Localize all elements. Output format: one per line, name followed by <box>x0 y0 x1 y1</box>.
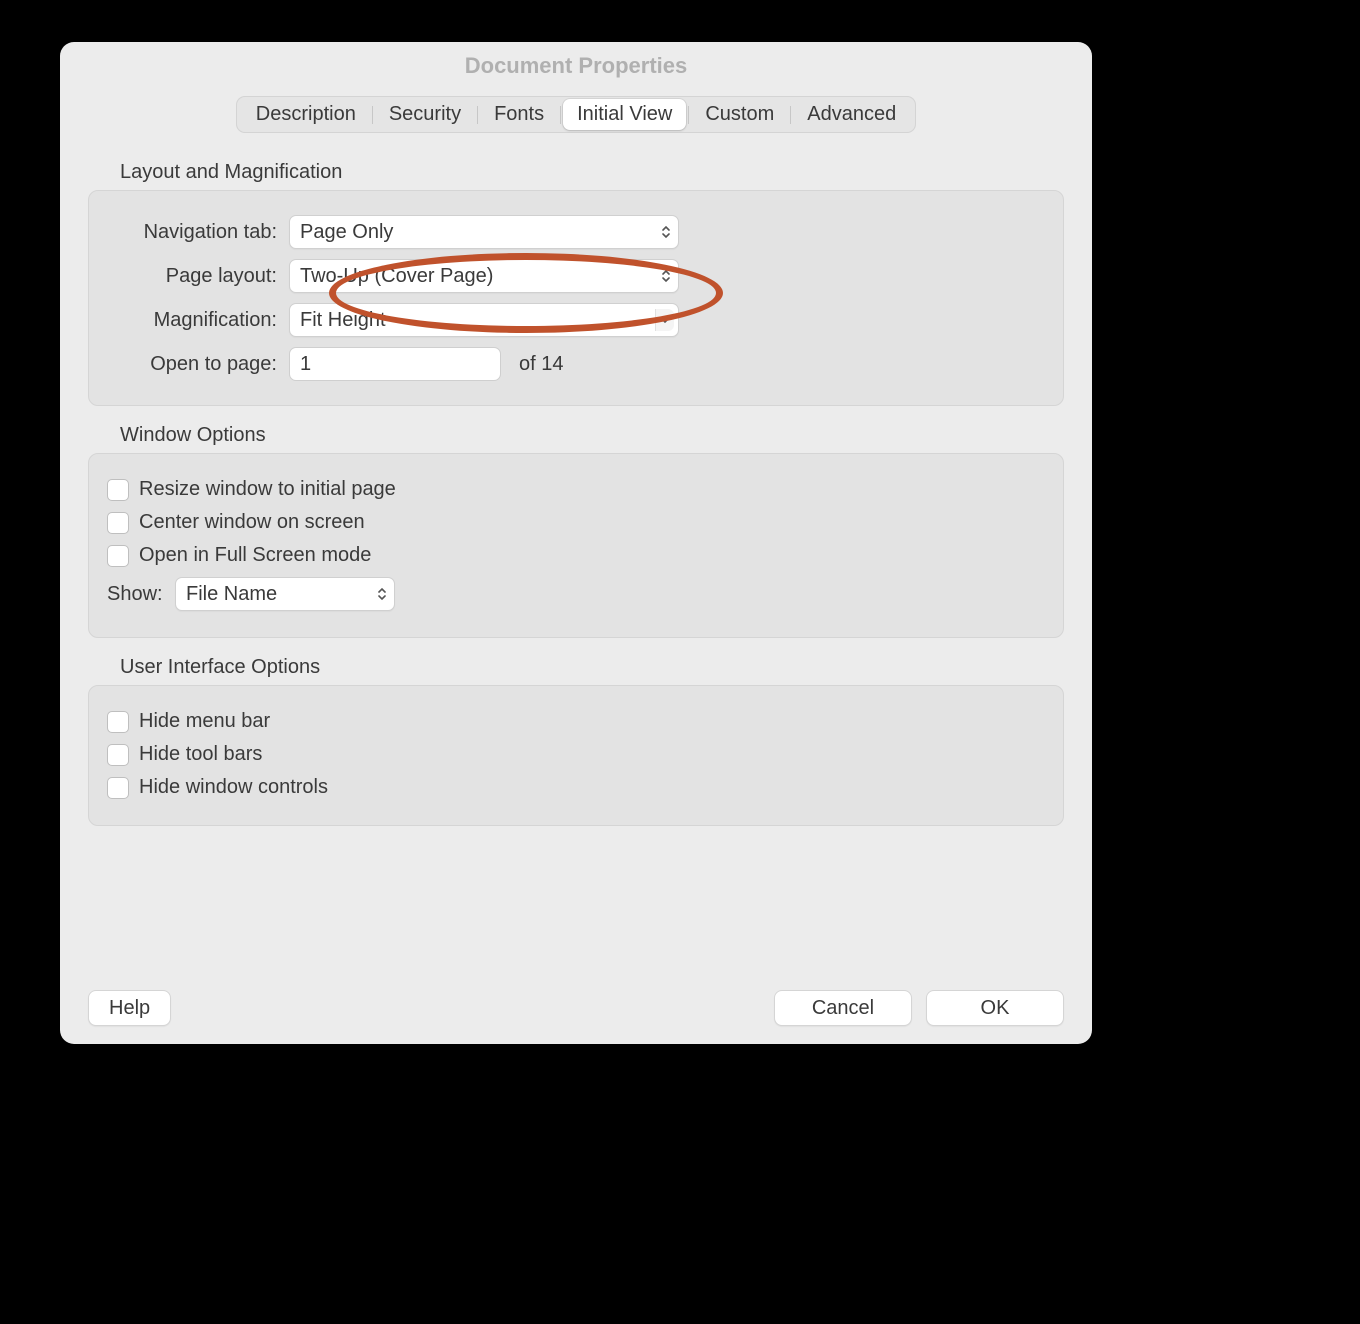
hide-window-controls-checkbox[interactable] <box>107 777 129 799</box>
hide-window-controls-label: Hide window controls <box>139 776 328 799</box>
ui-options-panel: Hide menu bar Hide tool bars Hide window… <box>88 685 1064 826</box>
fullscreen-checkbox[interactable] <box>107 545 129 567</box>
center-window-checkbox[interactable] <box>107 512 129 534</box>
show-dropdown[interactable]: File Name <box>175 577 395 611</box>
tab-advanced[interactable]: Advanced <box>793 99 910 130</box>
page-layout-dropdown[interactable]: Two-Up (Cover Page) <box>289 259 679 293</box>
hide-tool-label: Hide tool bars <box>139 743 262 766</box>
of-pages-label: of 14 <box>519 353 563 376</box>
center-window-label: Center window on screen <box>139 511 365 534</box>
page-layout-value: Two-Up (Cover Page) <box>300 265 493 288</box>
resize-window-checkbox[interactable] <box>107 479 129 501</box>
section-header-window: Window Options <box>120 424 1064 447</box>
tab-separator <box>477 106 478 124</box>
magnification-value: Fit Height <box>300 309 386 332</box>
tab-initial-view[interactable]: Initial View <box>563 99 686 130</box>
fullscreen-label: Open in Full Screen mode <box>139 544 371 567</box>
layout-panel: Navigation tab: Page Only Page layout: T… <box>88 190 1064 406</box>
tab-separator <box>688 106 689 124</box>
window-options-panel: Resize window to initial page Center win… <box>88 453 1064 638</box>
dialog-footer: Help Cancel OK <box>60 990 1092 1026</box>
resize-window-label: Resize window to initial page <box>139 478 396 501</box>
tab-separator <box>560 106 561 124</box>
page-layout-label: Page layout: <box>107 265 289 288</box>
tab-separator <box>790 106 791 124</box>
magnification-combobox[interactable]: Fit Height <box>289 303 679 337</box>
cancel-button[interactable]: Cancel <box>774 990 912 1026</box>
tab-separator <box>372 106 373 124</box>
tab-fonts[interactable]: Fonts <box>480 99 558 130</box>
hide-menu-checkbox[interactable] <box>107 711 129 733</box>
tab-description[interactable]: Description <box>242 99 370 130</box>
tab-bar: Description Security Fonts Initial View … <box>236 96 916 133</box>
tab-security[interactable]: Security <box>375 99 475 130</box>
ok-button[interactable]: OK <box>926 990 1064 1026</box>
hide-menu-label: Hide menu bar <box>139 710 270 733</box>
tab-custom[interactable]: Custom <box>691 99 788 130</box>
open-to-page-label: Open to page: <box>107 353 289 376</box>
section-header-layout: Layout and Magnification <box>120 161 1064 184</box>
chevron-down-icon <box>655 309 674 331</box>
show-value: File Name <box>186 583 277 606</box>
help-button[interactable]: Help <box>88 990 171 1026</box>
window-title: Document Properties <box>60 42 1092 90</box>
updown-icon <box>661 224 671 240</box>
nav-tab-label: Navigation tab: <box>107 221 289 244</box>
open-to-page-input[interactable]: 1 <box>289 347 501 381</box>
nav-tab-value: Page Only <box>300 221 393 244</box>
updown-icon <box>377 586 387 602</box>
show-label: Show: <box>107 583 175 606</box>
open-to-page-value: 1 <box>300 353 311 376</box>
magnification-label: Magnification: <box>107 309 289 332</box>
section-header-ui: User Interface Options <box>120 656 1064 679</box>
document-properties-window: Document Properties Description Security… <box>60 42 1092 1044</box>
hide-tool-checkbox[interactable] <box>107 744 129 766</box>
updown-icon <box>661 268 671 284</box>
nav-tab-dropdown[interactable]: Page Only <box>289 215 679 249</box>
